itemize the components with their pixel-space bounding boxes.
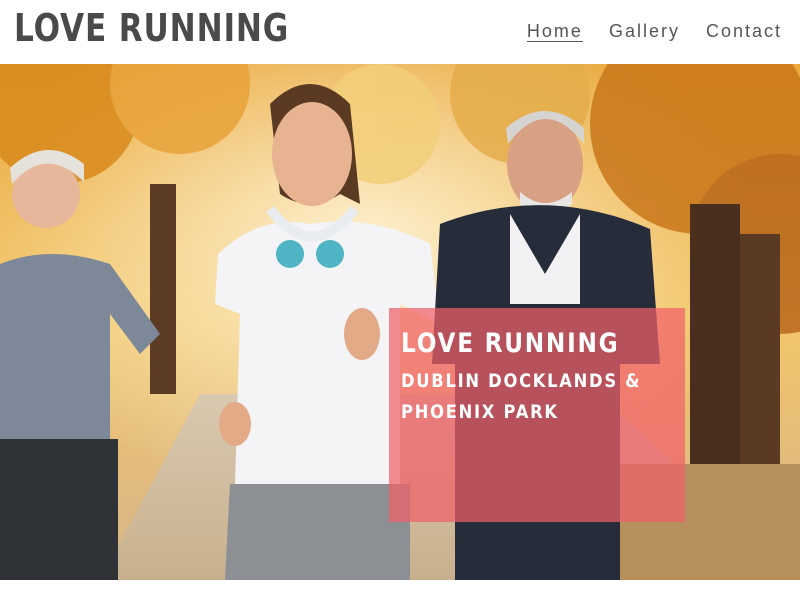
nav-contact-link[interactable]: Contact [706,20,782,42]
hero-caption-box: LOVE RUNNING DUBLIN DOCKLANDS & PHOENIX … [389,308,685,522]
nav-home-link[interactable]: Home [527,20,583,42]
page-bottom-strip [0,580,800,600]
nav-gallery-link[interactable]: Gallery [609,20,680,42]
site-header: LOVE RUNNING Home Gallery Contact [0,0,800,64]
hero-banner: LOVE RUNNING DUBLIN DOCKLANDS & PHOENIX … [0,64,800,580]
hero-subtitle-line1: DUBLIN DOCKLANDS & [401,370,642,392]
site-logo[interactable]: LOVE RUNNING [14,6,289,50]
hero-title: LOVE RUNNING [401,328,620,359]
hero-subtitle: DUBLIN DOCKLANDS & PHOENIX PARK [401,366,650,428]
hero-subtitle-line2: PHOENIX PARK [401,401,559,423]
main-nav: Home Gallery Contact [527,20,782,42]
